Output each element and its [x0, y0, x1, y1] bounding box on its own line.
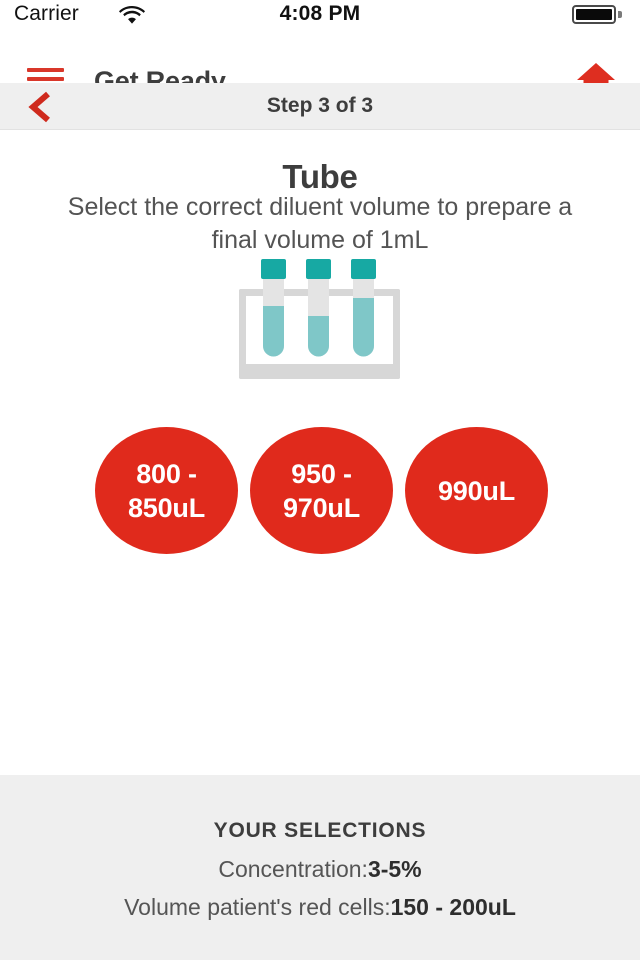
selection-value-volume: 150 - 200uL: [390, 894, 516, 920]
option-1-line2: 850uL: [127, 492, 206, 523]
navigation-bar: Get Ready: [0, 28, 640, 96]
battery-cap-icon: [618, 11, 622, 18]
option-button-1[interactable]: 800 - 850uL: [95, 427, 238, 554]
selection-row-concentration: Concentration:3-5%: [0, 856, 640, 883]
app-screen: Carrier 4:08 PM Get Ready Step 3 of 3 Tu…: [0, 0, 640, 960]
step-indicator-label: Step 3 of 3: [266, 94, 374, 117]
selection-label-concentration: Concentration:: [218, 856, 368, 882]
clock-label: 4:08 PM: [279, 2, 361, 25]
answer-options: 800 - 850uL 950 - 970uL 990uL: [0, 427, 640, 562]
option-2-line1: 950 -: [291, 458, 352, 489]
main-content: Tube Select the correct diluent volume t…: [0, 131, 640, 775]
option-button-2[interactable]: 950 - 970uL: [250, 427, 393, 554]
selection-label-volume: Volume patient's red cells:: [124, 894, 391, 920]
option-3-line1: 990uL: [437, 475, 516, 506]
battery-icon: [572, 5, 616, 24]
selections-heading: YOUR SELECTIONS: [213, 819, 427, 842]
option-button-3[interactable]: 990uL: [405, 427, 548, 554]
selection-value-concentration: 3-5%: [367, 856, 422, 882]
your-selections-panel: YOUR SELECTIONS Concentration:3-5% Volum…: [0, 775, 640, 960]
test-tube-rack-icon: [225, 256, 415, 391]
option-2-line2: 970uL: [282, 492, 361, 523]
option-1-line1: 800 -: [136, 458, 197, 489]
question-description: Select the correct diluent volume to pre…: [67, 193, 573, 254]
selection-row-volume: Volume patient's red cells:150 - 200uL: [0, 894, 640, 921]
status-bar: Carrier 4:08 PM: [0, 0, 640, 28]
